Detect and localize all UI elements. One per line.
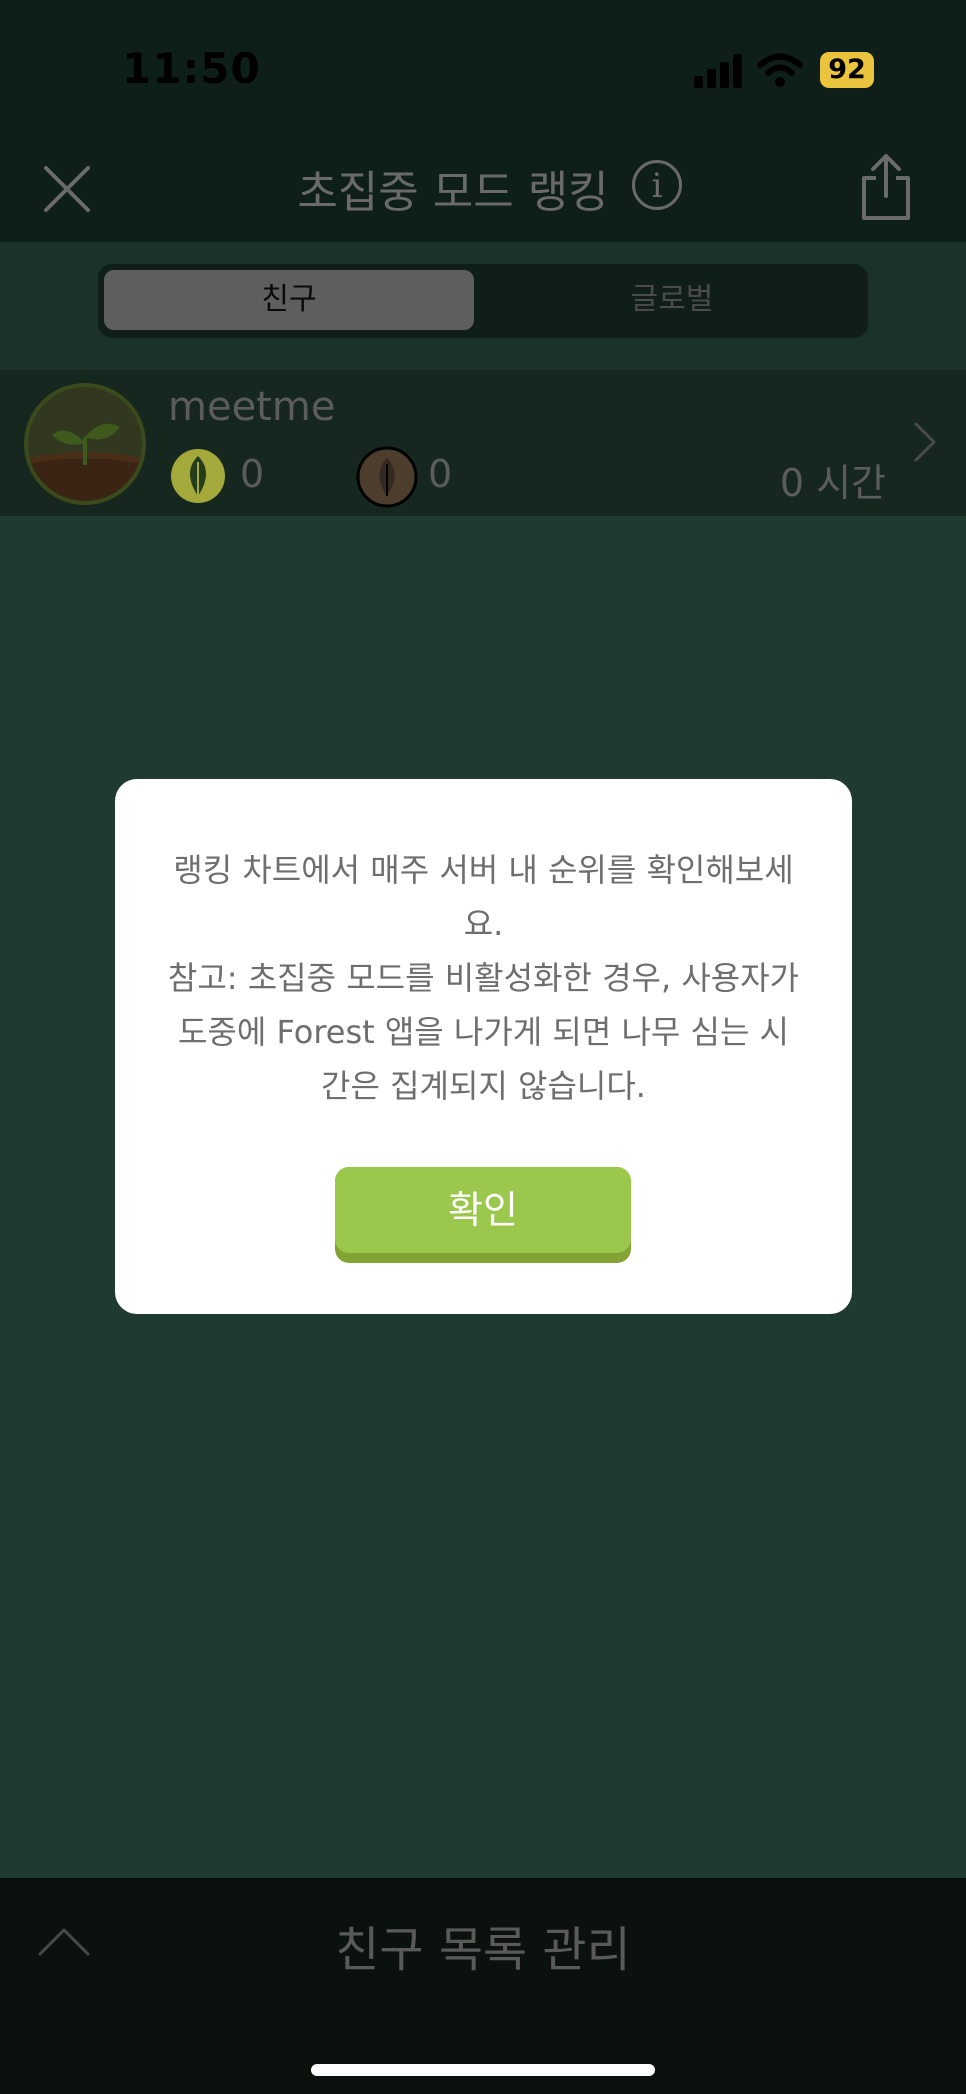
status-time: 11:50	[122, 44, 261, 93]
focus-hours: 0 시간	[779, 461, 886, 505]
tab-global[interactable]: 글로벌	[484, 270, 860, 330]
avatar	[24, 383, 146, 505]
cellular-signal-icon	[694, 54, 742, 88]
healthy-tree-icon	[171, 449, 225, 503]
ranking-row[interactable]: meetme 0 0 0 시간	[0, 370, 966, 516]
tab-bar-container: 친구 글로벌	[0, 242, 966, 370]
confirm-button[interactable]: 확인	[335, 1167, 631, 1263]
app-screen: 11:50 92 초집중 모드 랭킹 i 친구 글로벌 meetme 0 0 0…	[0, 0, 966, 2094]
dialog-message-line-2: 참고: 초집중 모드를 비활성화한 경우, 사용자가 도중에 Forest 앱을…	[167, 959, 800, 1105]
home-indicator[interactable]	[311, 2064, 655, 2076]
bottom-bar[interactable]: 친구 목록 관리	[0, 1878, 966, 2094]
withered-tree-count: 0	[428, 452, 453, 496]
status-bar: 11:50 92	[0, 0, 966, 140]
navigation-bar: 초집중 모드 랭킹 i	[0, 140, 966, 242]
confirm-button-label[interactable]: 확인	[335, 1167, 631, 1253]
healthy-tree-count: 0	[240, 452, 265, 496]
info-icon[interactable]: i	[632, 160, 682, 210]
tab-friends[interactable]: 친구	[104, 270, 474, 330]
page-title: 초집중 모드 랭킹	[297, 167, 609, 218]
wifi-icon	[757, 53, 803, 87]
withered-tree-icon	[356, 446, 418, 508]
dialog-message: 랭킹 차트에서 매주 서버 내 순위를 확인해보세요. 참고: 초집중 모드를 …	[165, 843, 802, 1113]
sprout-icon	[28, 423, 142, 501]
friend-username: meetme	[168, 384, 336, 430]
chevron-right-icon	[914, 422, 936, 462]
segmented-control: 친구 글로벌	[98, 264, 868, 338]
info-dialog: 랭킹 차트에서 매주 서버 내 순위를 확인해보세요. 참고: 초집중 모드를 …	[115, 779, 852, 1314]
battery-indicator: 92	[820, 52, 874, 88]
dialog-message-line-1: 랭킹 차트에서 매주 서버 내 순위를 확인해보세요.	[173, 851, 794, 943]
manage-friends-label[interactable]: 친구 목록 관리	[0, 1910, 966, 1980]
share-icon[interactable]	[856, 152, 916, 222]
